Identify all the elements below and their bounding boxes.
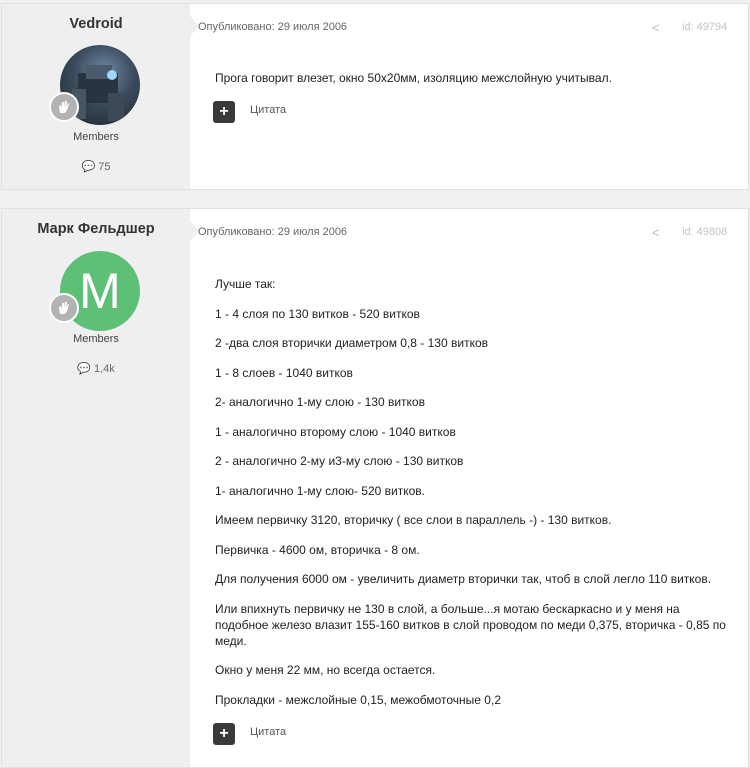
share-icon[interactable]: < xyxy=(652,20,660,35)
post-text: Первичка - 4600 ом, вторичка - 8 ом. xyxy=(215,542,420,557)
post-text: Лучше так: xyxy=(215,277,276,291)
post-count[interactable]: 💬 75 xyxy=(2,160,190,173)
published-date[interactable]: Опубликовано: 29 июля 2006 xyxy=(198,21,347,33)
comment-icon: 💬 xyxy=(77,363,91,375)
post-count-value: 75 xyxy=(98,161,111,173)
author-panel: Марк Фельдшер M Members 💬 1,4k xyxy=(2,209,200,767)
quote-plus-button[interactable]: + xyxy=(213,723,235,745)
share-icon[interactable]: < xyxy=(652,225,660,240)
rank-badge xyxy=(49,293,79,323)
post: Vedroid Members 💬 75 Опубликовано: 29 июл… xyxy=(1,3,749,190)
comment-icon: 💬 xyxy=(81,161,96,173)
rank-hand-icon xyxy=(59,101,69,113)
post-text: 1 - 4 слоя по 130 витков - 520 витков xyxy=(215,306,420,321)
post-count[interactable]: 💬 1,4k xyxy=(2,362,190,375)
plus-icon: + xyxy=(219,103,229,120)
published-date[interactable]: Опубликовано: 29 июля 2006 xyxy=(198,226,347,238)
post-text: Имеем первичку 3120, вторичку ( все слои… xyxy=(215,513,612,527)
quote-button[interactable]: Цитата xyxy=(250,726,286,738)
post-id[interactable]: id: 49794 xyxy=(682,21,727,33)
post-text: 1- аналогично 1-му слою- 520 витков. xyxy=(215,483,425,498)
post-text: 2 - аналогично 2-му и3-му слою - 130 вит… xyxy=(215,454,464,468)
post-text: 1 - аналогично второму слою - 1040 витко… xyxy=(215,424,456,439)
post-content: Прога говорит влезет, окно 50х20мм, изол… xyxy=(215,70,736,100)
rank-hand-icon xyxy=(59,302,69,314)
post-id[interactable]: id: 49808 xyxy=(682,226,727,238)
post-text: Прога говорит влезет, окно 50х20мм, изол… xyxy=(215,71,612,85)
post-text: 2- аналогично 1-му слою - 130 витков xyxy=(215,395,425,409)
post-text: Окно у меня 22 мм, но всегда остается. xyxy=(215,663,436,677)
quote-plus-button[interactable]: + xyxy=(213,101,235,123)
quote-button[interactable]: Цитата xyxy=(250,104,286,116)
author-name[interactable]: Марк Фельдшер xyxy=(2,221,190,237)
author-panel: Vedroid Members 💬 75 xyxy=(2,4,200,189)
member-group: Members xyxy=(73,131,119,143)
post-text: Прокладки - межслойные 0,15, межобмоточн… xyxy=(215,692,501,707)
post-count-value: 1,4k xyxy=(93,363,115,375)
plus-icon: + xyxy=(219,725,229,742)
author-name[interactable]: Vedroid xyxy=(2,16,190,32)
member-group: Members xyxy=(73,333,119,345)
post-text: 1 - 8 слоев - 1040 витков xyxy=(215,365,353,380)
rank-badge xyxy=(49,92,79,122)
post: Марк Фельдшер M Members 💬 1,4k Опубликова… xyxy=(1,208,749,768)
post-text: 2 -два слоя вторички диаметром 0,8 - 130… xyxy=(215,336,488,350)
post-content: Лучше так: 1 - 4 слоя по 130 витков - 52… xyxy=(215,276,736,721)
post-text: Или впихнуть первичку не 130 в слой, а б… xyxy=(215,601,726,648)
post-text: Для получения 6000 ом - увеличить диамет… xyxy=(215,572,712,586)
